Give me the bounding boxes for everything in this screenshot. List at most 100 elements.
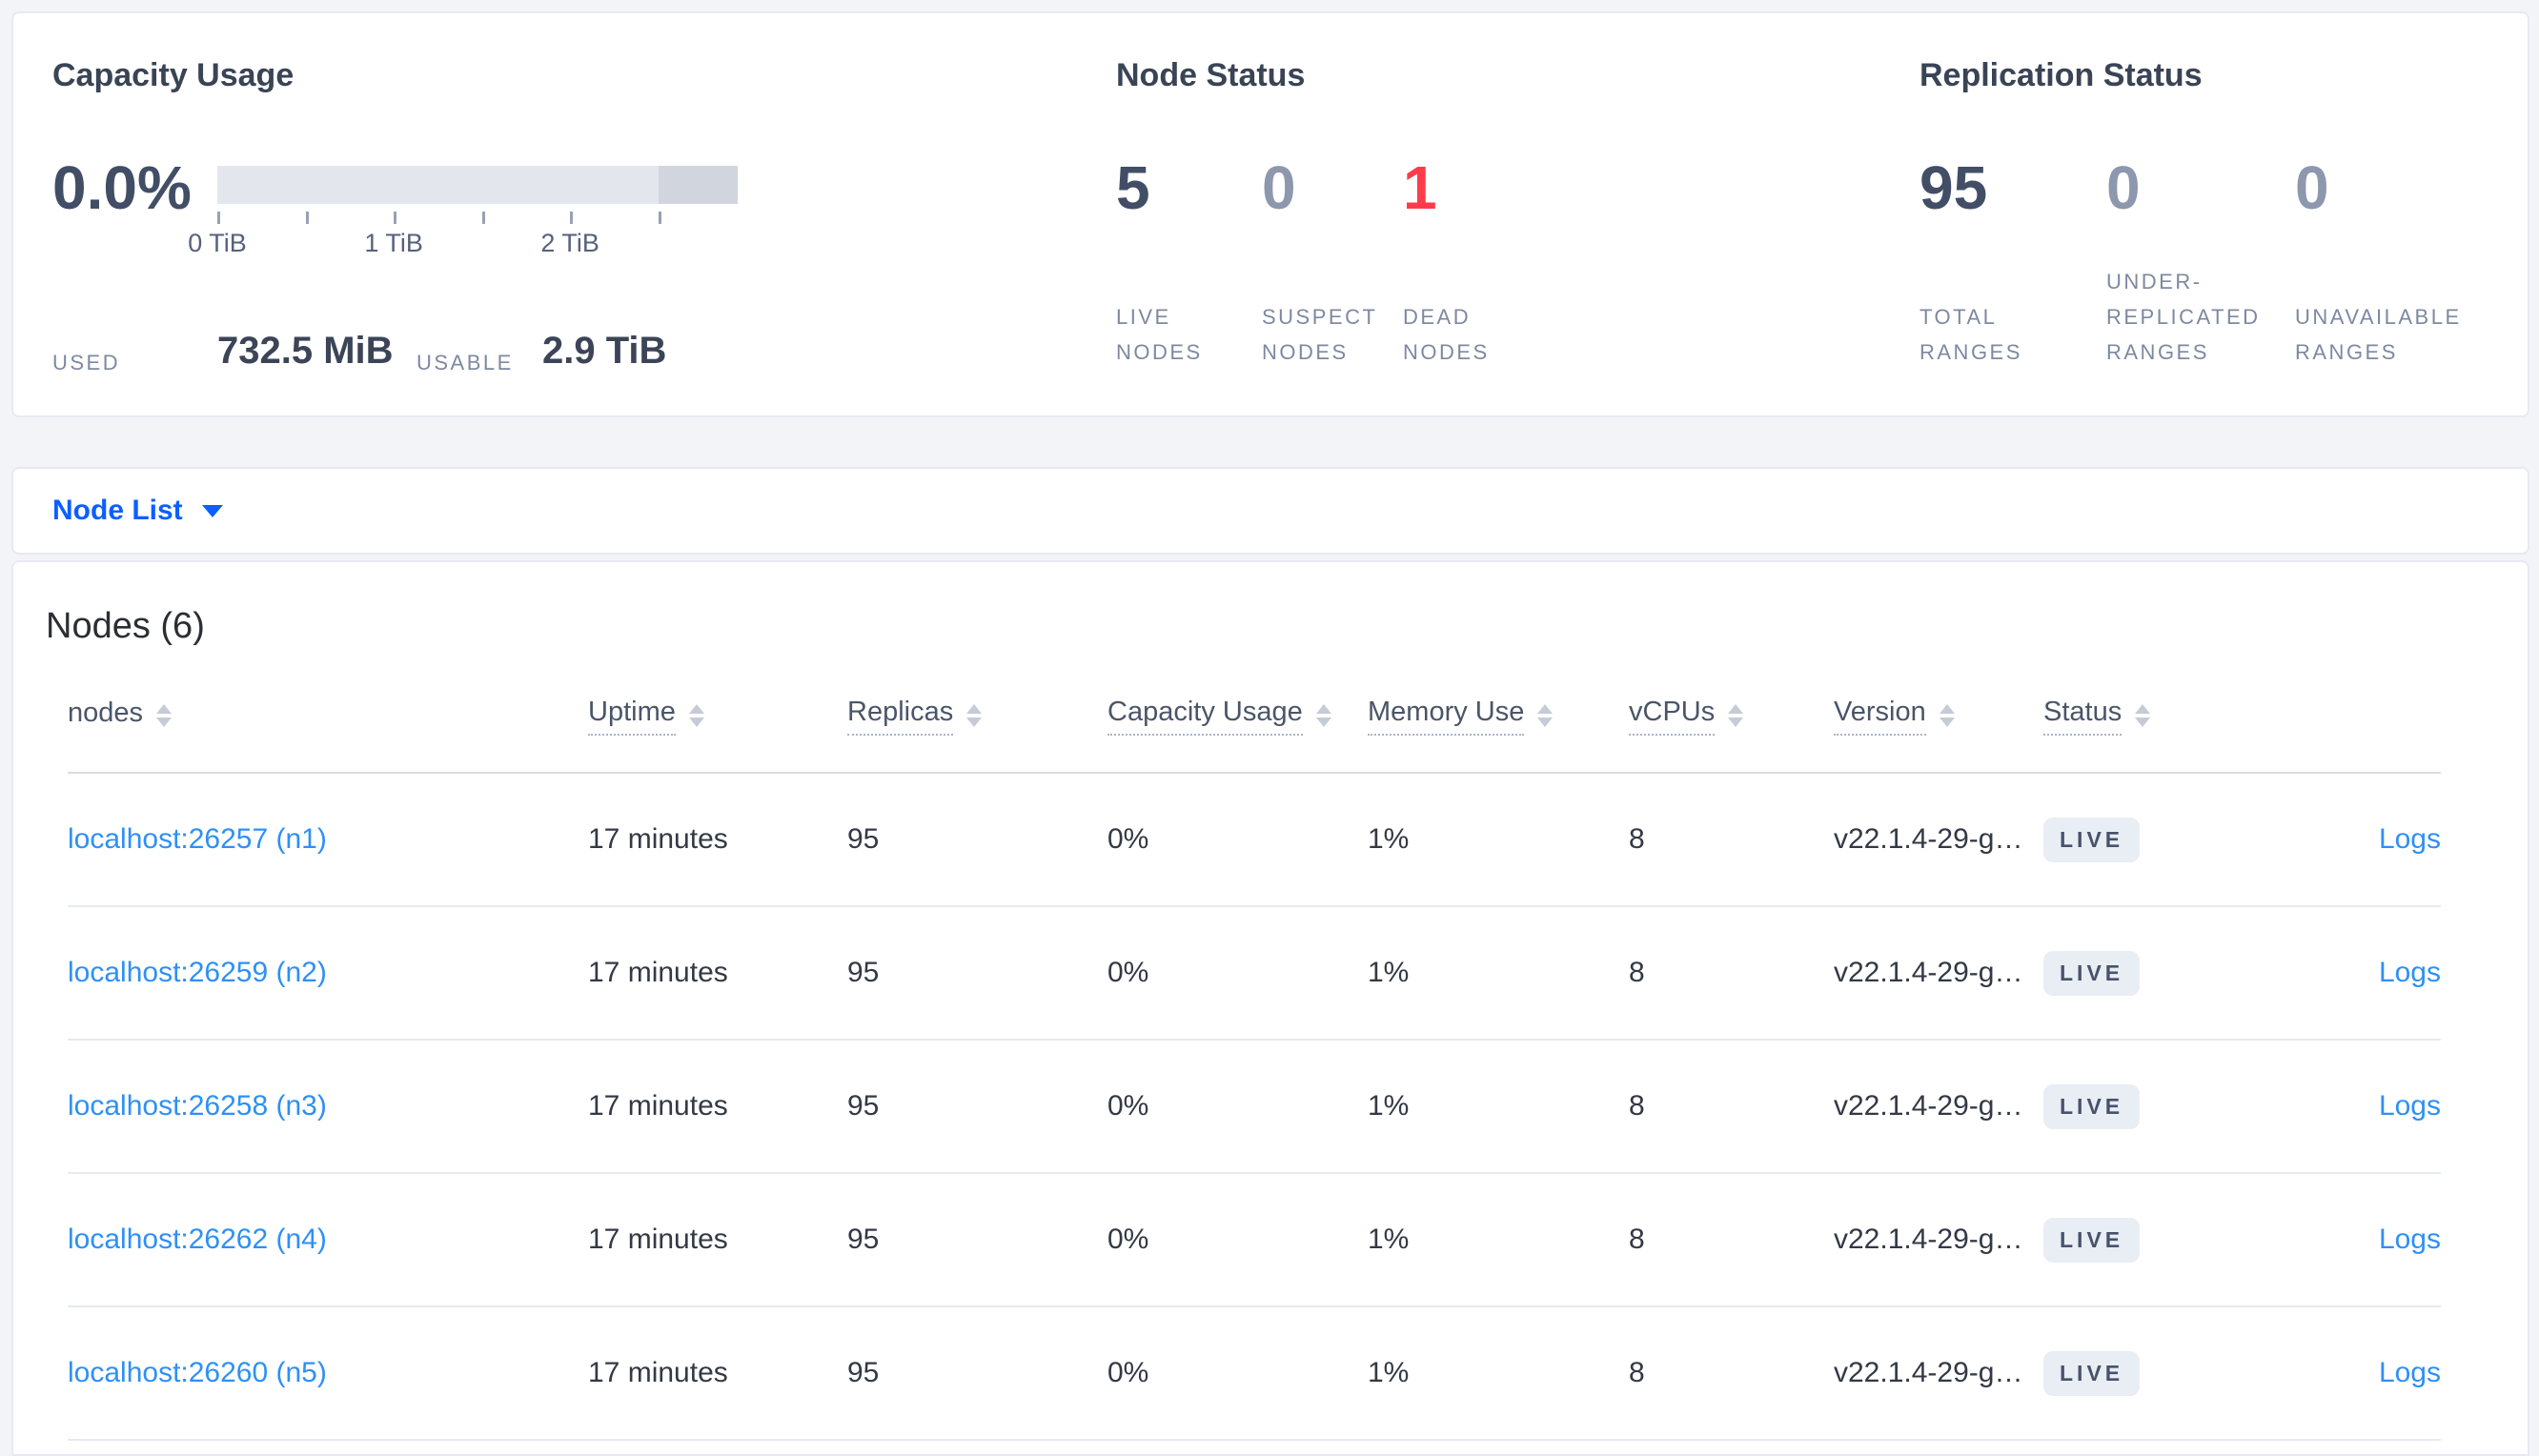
capacity-usage-cell: 0%: [1107, 1223, 1149, 1255]
node-row: localhost:26260 (n5) 17 minutes 95 0% 1% 8 v22…: [68, 1307, 2441, 1441]
view-selector-bar: Node List: [11, 467, 2529, 555]
logs-link[interactable]: Logs: [2379, 957, 2441, 988]
column-header-status[interactable]: Status: [2043, 697, 2251, 736]
sort-asc-icon: [1537, 704, 1554, 714]
column-header-label: Status: [2043, 697, 2123, 736]
replicas-cell: 95: [847, 1090, 880, 1122]
memory-use-cell: 1%: [1368, 1357, 1410, 1388]
column-header-label: vCPUs: [1629, 697, 1716, 736]
node-list-dropdown[interactable]: Node List: [52, 495, 223, 527]
cluster-summary-card: Capacity Usage 0.0% 0 TiB 1 TiB 2 TiB USED…: [11, 11, 2529, 417]
uptime-cell: 17 minutes: [588, 1223, 728, 1255]
sort-arrows-icon[interactable]: [1728, 704, 1744, 727]
vcpus-cell: 8: [1629, 957, 1645, 988]
node-status-stat: 5 LIVE NODES: [1116, 154, 1249, 370]
node-address-link[interactable]: localhost:26257 (n1): [68, 823, 327, 855]
sort-arrows-icon[interactable]: [1537, 704, 1554, 727]
capacity-used-value: 732.5 MiB: [217, 330, 394, 372]
node-address-link[interactable]: localhost:26260 (n5): [68, 1357, 327, 1388]
node-address-link[interactable]: localhost:26262 (n4): [68, 1223, 327, 1255]
nodes-table-body: localhost:26257 (n1) 17 minutes 95 0% 1% 8 v22…: [68, 774, 2441, 1441]
replicas-cell: 95: [847, 1223, 880, 1255]
version-cell: v22.1.4-29-g…: [1834, 823, 2023, 855]
version-cell: v22.1.4-29-g…: [1834, 957, 2023, 988]
capacity-axis-tick-label: 0 TiB: [188, 229, 247, 257]
replicas-cell: 95: [847, 823, 880, 855]
node-status-stat-value: 5: [1116, 153, 1150, 222]
sort-asc-icon: [1939, 704, 1955, 714]
node-row: localhost:26257 (n1) 17 minutes 95 0% 1% 8 v22…: [68, 774, 2441, 907]
live-status-badge: LIVE: [2043, 1217, 2141, 1263]
replication-stat: 95 TOTAL RANGES: [1919, 154, 2082, 370]
sort-arrows-icon[interactable]: [1939, 704, 1955, 727]
node-row: localhost:26259 (n2) 17 minutes 95 0% 1% 8 v22…: [68, 907, 2441, 1041]
node-address-cell: localhost:26259 (n2): [68, 957, 588, 989]
node-status-stat: 0 SUSPECT NODES: [1262, 154, 1405, 370]
column-header-version[interactable]: Version: [1834, 697, 2043, 736]
vcpus-cell: 8: [1629, 1357, 1645, 1388]
logs-link[interactable]: Logs: [2379, 1357, 2441, 1388]
node-status-stat: 1 DEAD NODES: [1403, 154, 1536, 370]
sort-asc-icon: [966, 704, 983, 714]
vcpus-cell: 8: [1629, 823, 1645, 855]
memory-use-cell: 1%: [1368, 1223, 1410, 1255]
logs-link[interactable]: Logs: [2379, 1223, 2441, 1255]
column-header-label: Uptime: [588, 697, 676, 736]
capacity-usable-label: USABLE: [416, 351, 514, 374]
node-address-cell: localhost:26262 (n4): [68, 1223, 588, 1256]
sort-asc-icon: [688, 704, 704, 714]
live-status-badge: LIVE: [2043, 1350, 2141, 1396]
sort-arrows-icon[interactable]: [2135, 704, 2151, 727]
capacity-used-percent: 0.0%: [52, 153, 192, 222]
uptime-cell: 17 minutes: [588, 823, 728, 855]
sort-arrows-icon[interactable]: [1315, 704, 1331, 727]
replication-stat-label: UNAVAILABLE RANGES: [2295, 305, 2462, 364]
sort-arrows-icon[interactable]: [966, 704, 983, 727]
node-address-link[interactable]: localhost:26258 (n3): [68, 1090, 327, 1122]
column-header-vcpus[interactable]: vCPUs: [1629, 697, 1834, 736]
sort-desc-icon: [156, 718, 173, 727]
nodes-table-header: nodes Uptime Replicas Capacity Usage Memory …: [68, 659, 2441, 774]
logs-cell: Logs: [2251, 1090, 2441, 1122]
node-status-stat-label: DEAD NODES: [1403, 305, 1490, 364]
live-status-badge: LIVE: [2043, 1083, 2141, 1129]
live-status-badge: LIVE: [2043, 817, 2141, 862]
column-header-capacity-usage[interactable]: Capacity Usage: [1107, 697, 1368, 736]
capacity-axis-tick: [217, 212, 220, 224]
node-status-stat-value: 0: [1262, 153, 1296, 222]
capacity-axis-tick: [658, 212, 661, 224]
node-address-link[interactable]: localhost:26259 (n2): [68, 957, 327, 988]
node-list-dropdown-label: Node List: [52, 495, 183, 526]
column-header-replicas[interactable]: Replicas: [847, 697, 1107, 736]
logs-cell: Logs: [2251, 823, 2441, 856]
logs-cell: Logs: [2251, 1223, 2441, 1256]
column-header-label: Capacity Usage: [1107, 697, 1303, 736]
sort-desc-icon: [1939, 718, 1955, 727]
column-header-memory-use[interactable]: Memory Use: [1368, 697, 1629, 736]
sort-arrows-icon[interactable]: [156, 704, 173, 727]
status-cell: LIVE: [2043, 1217, 2251, 1263]
memory-use-cell: 1%: [1368, 957, 1410, 988]
capacity-usage-cell: 0%: [1107, 823, 1149, 855]
capacity-axis-tick: [305, 212, 309, 224]
memory-use-cell: 1%: [1368, 1090, 1410, 1122]
node-status-title: Node Status: [1116, 57, 1306, 93]
replicas-cell: 95: [847, 1357, 880, 1388]
logs-link[interactable]: Logs: [2379, 823, 2441, 855]
sort-arrows-icon[interactable]: [688, 704, 704, 727]
status-cell: LIVE: [2043, 1083, 2251, 1129]
uptime-cell: 17 minutes: [588, 1357, 728, 1388]
column-header-nodes[interactable]: nodes: [68, 698, 588, 735]
capacity-used-label: USED: [52, 351, 121, 374]
sort-asc-icon: [1728, 704, 1744, 714]
node-status-stat-value: 1: [1403, 153, 1437, 222]
capacity-usage-cell: 0%: [1107, 1357, 1149, 1388]
node-row: localhost:26258 (n3) 17 minutes 95 0% 1% 8 v22…: [68, 1041, 2441, 1174]
logs-link[interactable]: Logs: [2379, 1090, 2441, 1122]
node-row: localhost:26262 (n4) 17 minutes 95 0% 1% 8 v22…: [68, 1174, 2441, 1307]
column-header-uptime[interactable]: Uptime: [588, 697, 847, 736]
replicas-cell: 95: [847, 957, 880, 988]
version-cell: v22.1.4-29-g…: [1834, 1357, 2023, 1388]
column-header-label: Memory Use: [1368, 697, 1525, 736]
sort-desc-icon: [1728, 718, 1744, 727]
